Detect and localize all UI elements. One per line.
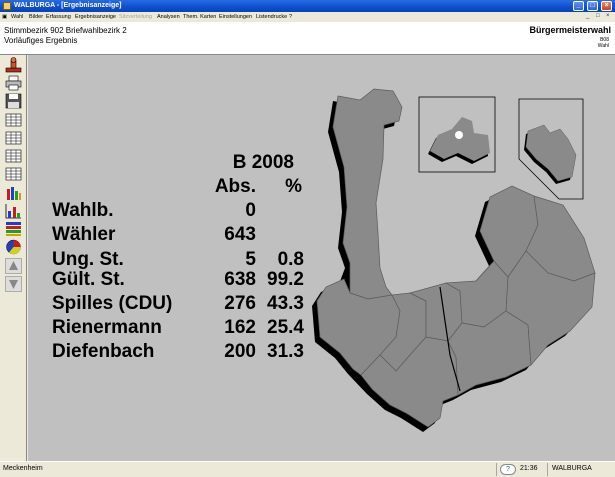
menu-erfassung[interactable]: Erfassung [46,14,71,20]
pie-chart-icon[interactable] [5,239,22,255]
table-grid-icon[interactable] [5,148,22,164]
column-chart-icon[interactable] [5,203,22,219]
app-icon [3,2,11,10]
menu-analysen[interactable]: Analysen [157,14,180,20]
stamp-icon[interactable] [5,57,22,73]
menu-wahl[interactable]: Wahl [11,14,23,20]
minimize-button[interactable]: _ [573,1,584,11]
mdi-restore-button[interactable]: □ [596,13,600,19]
status-location: Meckenheim [3,465,43,472]
menu-ergebnisanzeige[interactable]: Ergebnisanzeige [75,14,116,20]
table-grid-icon[interactable] [5,112,22,128]
election-name: Bürgermeisterwahl [529,25,611,35]
stack-chart-icon[interactable] [5,221,22,237]
status-time: 21:36 [520,465,538,472]
menu-bilder[interactable]: Bilder [29,14,43,20]
menu-einstellungen[interactable]: Einstellungen [219,14,252,20]
maximize-button[interactable]: □ [587,1,598,11]
bar-chart-icon[interactable] [5,185,22,201]
table-grid-icon[interactable] [5,130,22,146]
title-bar[interactable]: WALBURGA - [Ergebnisanzeige] _ □ × [0,0,615,12]
menu-bar: ▣ Wahl Bilder Erfassung Ergebnisanzeige … [0,12,615,22]
mdi-close-button[interactable]: × [606,13,610,19]
print-icon[interactable] [5,75,22,91]
application-window: WALBURGA - [Ergebnisanzeige] _ □ × ▣ Wah… [0,0,615,477]
mdi-minimize-button[interactable]: _ [586,13,589,19]
district-map[interactable] [28,55,615,461]
result-header: Stimmbezirk 902 Briefwahlbezirk 2 Vorläu… [0,22,615,55]
location-marker [455,131,463,139]
status-bar: Meckenheim ? 21:36 WALBURGA [0,461,615,477]
arrow-up-icon[interactable] [5,258,22,274]
election-type: Wahl [597,43,609,49]
window-title: WALBURGA - [Ergebnisanzeige] [14,2,122,9]
inset-map-2 [518,98,584,200]
left-toolbar [0,55,27,461]
status-app-name: WALBURGA [552,465,592,472]
close-button[interactable]: × [601,1,612,11]
menu-sitzverteilung: Sitzverteilung [119,14,153,20]
table-grid-icon[interactable] [5,166,22,182]
save-icon[interactable] [5,93,22,109]
inset-map-1 [418,96,496,173]
arrow-down-icon[interactable] [5,276,22,292]
result-status: Vorläufiges Ergebnis [4,36,78,45]
menu-system-icon[interactable]: ▣ [2,14,7,20]
help-icon[interactable]: ? [500,464,516,475]
district-title: Stimmbezirk 902 Briefwahlbezirk 2 [4,26,127,35]
menu-them-karten[interactable]: Them. Karten [183,14,216,20]
menu-help[interactable]: ? [289,14,292,20]
result-display: B 2008 Abs. % Wahlb. 0 Wähler 643 Ung. S… [28,55,615,461]
menu-listendrucke[interactable]: Listendrucke [256,14,287,20]
status-separator [496,463,497,476]
status-separator [547,463,548,476]
